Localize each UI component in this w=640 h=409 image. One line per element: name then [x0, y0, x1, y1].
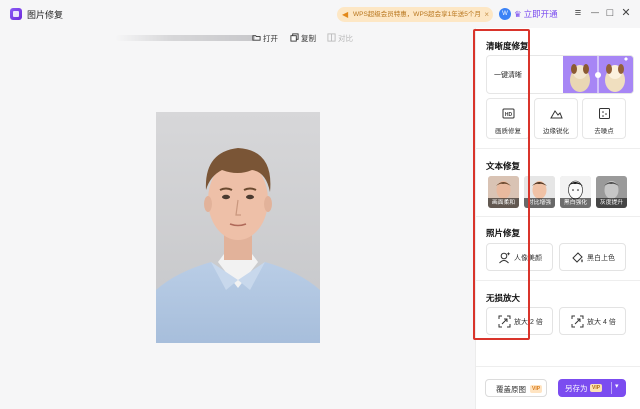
photo-section-title: 照片修复 — [486, 228, 521, 238]
bw-filter-button[interactable]: 黑白强化 — [560, 176, 591, 208]
colorize-label: 黑白上色 — [587, 255, 615, 262]
vip-badge: VIP — [530, 385, 543, 393]
menu-icon[interactable]: ≡ — [571, 6, 585, 20]
colorize-button[interactable]: 黑白上色 — [559, 243, 626, 271]
edge-sharpen-button[interactable]: 边缘锐化 — [534, 98, 578, 139]
one-click-clarity-button[interactable]: 一键清晰 — [486, 55, 634, 94]
contrast-filter-label: 对比增强 — [524, 198, 555, 208]
megaphone-icon: ◀ — [342, 10, 349, 19]
repair-panel: 清晰度修复 一键清晰 HD 画质修复 边缘锐化 去噪点 文本修复 画面柔和 对比… — [475, 28, 640, 409]
divider — [476, 280, 640, 281]
vip-badge: VIP — [590, 384, 603, 392]
denoise-icon — [599, 108, 610, 119]
denoise-label: 去噪点 — [594, 128, 614, 135]
portrait-photo — [156, 112, 320, 343]
cover-original-button[interactable]: 覆盖原图 VIP — [485, 379, 547, 397]
zoom-2x-label: 放大 2 倍 — [514, 319, 543, 326]
grayscale-filter-label: 灰度提升 — [596, 198, 627, 208]
compare-icon — [327, 33, 336, 42]
quality-repair-button[interactable]: HD 画质修复 — [486, 98, 530, 139]
title-bar: 图片修复 ◀ WPS超级会员特惠，WPS超会享1年送5个月 × W ♛ 立即开通 … — [0, 0, 640, 28]
compare-button[interactable]: 对比 — [327, 33, 353, 44]
crown-icon: ♛ — [514, 9, 522, 19]
chevron-down-icon[interactable]: ▾ — [615, 382, 619, 390]
clarity-section-title: 清晰度修复 — [486, 41, 529, 51]
vip-open-link[interactable]: ♛ 立即开通 — [514, 8, 558, 20]
divider — [611, 382, 612, 394]
open-button[interactable]: 打开 — [252, 33, 278, 44]
vip-open-label: 立即开通 — [523, 9, 558, 19]
minimize-button[interactable]: — — [588, 6, 602, 20]
zoom-4x-button[interactable]: 放大 4 倍 — [559, 307, 626, 335]
paint-bucket-icon — [572, 252, 583, 263]
close-button[interactable]: ✕ — [619, 6, 633, 20]
expand-icon — [498, 315, 511, 328]
divider — [476, 216, 640, 217]
quality-repair-label: 画质修复 — [495, 128, 521, 135]
portrait-beauty-button[interactable]: 人像美颜 — [486, 243, 553, 271]
portrait-beauty-label: 人像美颜 — [514, 255, 542, 262]
one-click-clarity-label: 一键清晰 — [494, 72, 522, 79]
toolbar-filename-placeholder — [115, 35, 255, 41]
avatar[interactable]: W — [499, 8, 511, 20]
edge-sharpen-label: 边缘锐化 — [543, 128, 569, 135]
mountain-icon — [550, 110, 563, 119]
maximize-button[interactable]: □ — [603, 6, 617, 20]
divider — [476, 148, 640, 149]
open-label: 打开 — [263, 34, 278, 43]
soft-filter-button[interactable]: 画面柔和 — [488, 176, 519, 208]
zoom-2x-button[interactable]: 放大 2 倍 — [486, 307, 553, 335]
copy-label: 复制 — [301, 34, 316, 43]
zoom-section-title: 无损放大 — [486, 293, 521, 303]
zoom-4x-label: 放大 4 倍 — [587, 319, 616, 326]
app-title: 图片修复 — [27, 10, 64, 20]
promo-close-button[interactable]: × — [484, 7, 489, 22]
denoise-button[interactable]: 去噪点 — [582, 98, 626, 139]
dog-preview-image — [563, 56, 633, 93]
bw-filter-label: 黑白强化 — [560, 198, 591, 208]
copy-icon — [290, 33, 299, 42]
compare-label: 对比 — [338, 34, 353, 43]
portrait-icon — [499, 252, 511, 264]
app-logo-icon — [10, 8, 22, 20]
cover-original-label: 覆盖原图 — [496, 385, 526, 394]
hd-icon: HD — [502, 108, 515, 119]
expand-icon — [571, 315, 584, 328]
footer-divider — [476, 366, 640, 367]
save-as-label: 另存为 — [565, 384, 588, 393]
grayscale-filter-button[interactable]: 灰度提升 — [596, 176, 627, 208]
text-section-title: 文本修复 — [486, 161, 521, 171]
copy-button[interactable]: 复制 — [290, 33, 316, 44]
soft-filter-label: 画面柔和 — [488, 198, 519, 208]
open-icon — [252, 35, 261, 41]
contrast-filter-button[interactable]: 对比增强 — [524, 176, 555, 208]
portrait-illustration — [156, 112, 320, 343]
promo-banner[interactable]: ◀ WPS超级会员特惠，WPS超会享1年送5个月 × — [337, 7, 493, 22]
promo-text: WPS超级会员特惠，WPS超会享1年送5个月 — [353, 11, 481, 18]
dog-illustration — [563, 56, 633, 93]
save-as-button[interactable]: 另存为 VIP ▾ — [558, 379, 626, 397]
svg-text:HD: HD — [505, 112, 513, 118]
